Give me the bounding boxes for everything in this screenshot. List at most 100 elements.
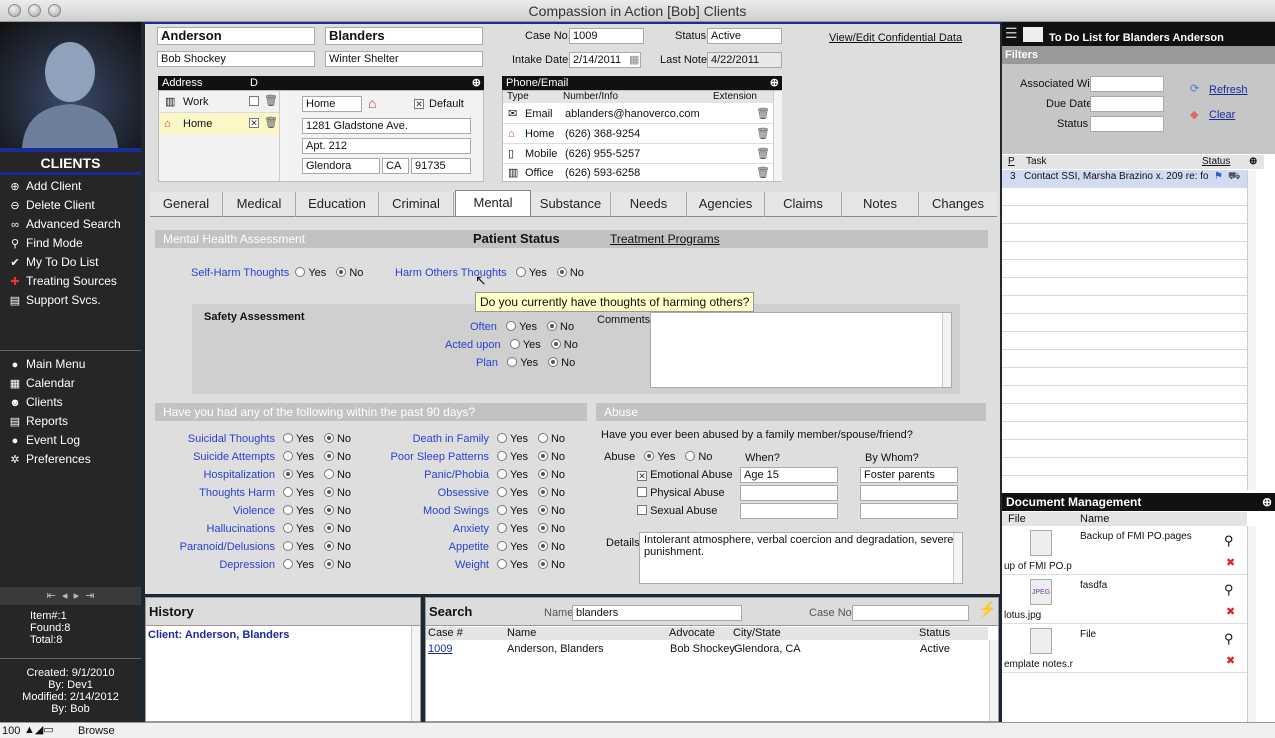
sexual-abuse-who-field[interactable] <box>860 503 958 519</box>
refresh-link[interactable]: Refresh <box>1209 83 1248 97</box>
no-radio[interactable] <box>537 523 548 533</box>
treatment-programs-link[interactable]: Treatment Programs <box>610 230 720 248</box>
todo-status-field[interactable] <box>1090 116 1164 132</box>
support-svcs-button[interactable]: ▤ Support Svcs. <box>8 291 101 309</box>
close-window-button[interactable] <box>8 4 21 17</box>
acted-no-radio[interactable] <box>550 339 561 349</box>
tab-substance[interactable]: Substance <box>531 192 611 217</box>
mountain-icons[interactable]: ▲◢▭ <box>24 723 54 737</box>
yes-radio[interactable] <box>283 505 293 515</box>
zip-field[interactable]: 91735 <box>411 158 471 174</box>
sexual-abuse-when-field[interactable] <box>740 503 838 519</box>
trash-icon[interactable]: 🗑 <box>756 127 770 140</box>
trash-icon[interactable]: 🗑 <box>756 166 770 179</box>
history-scrollbar[interactable] <box>411 626 420 721</box>
often-no-radio[interactable] <box>547 321 558 331</box>
todo-scrollbar[interactable] <box>1247 170 1256 490</box>
yes-radio[interactable] <box>497 469 507 479</box>
case-number-link[interactable]: 1009 <box>428 641 452 657</box>
advocate-field[interactable]: Bob Shockey <box>157 51 315 67</box>
comments-textarea[interactable] <box>650 312 952 388</box>
yes-radio[interactable] <box>283 559 293 569</box>
add-address-icon[interactable]: ⊕ <box>472 76 481 90</box>
yes-radio[interactable] <box>283 523 293 533</box>
advanced-search-button[interactable]: ∞ Advanced Search <box>8 215 121 233</box>
city-field[interactable]: Glendora <box>302 158 380 174</box>
first-name-field[interactable]: Anderson <box>157 27 315 45</box>
add-phone-icon[interactable]: ⊕ <box>770 76 779 90</box>
delete-client-button[interactable]: ⊖ Delete Client <box>8 196 94 214</box>
document-row[interactable]: up of FMI PO.p Backup of FMI PO.pages ⚲ ✖ <box>1002 526 1247 575</box>
address-list-scrollbar[interactable] <box>279 91 288 181</box>
no-radio[interactable] <box>323 559 334 569</box>
yes-radio[interactable] <box>497 559 507 569</box>
tab-needs[interactable]: Needs <box>611 192 687 217</box>
yes-radio[interactable] <box>283 469 293 479</box>
zoom-window-button[interactable] <box>48 4 61 17</box>
form-view-icon[interactable] <box>1023 27 1043 42</box>
no-radio[interactable] <box>537 469 548 479</box>
physical-abuse-who-field[interactable] <box>860 485 958 501</box>
case-number-field[interactable]: 1009 <box>569 28 644 44</box>
address-type-field[interactable]: Home <box>302 96 362 112</box>
add-client-button[interactable]: ⊕ Add Client <box>8 177 81 195</box>
preview-magnifier-icon[interactable]: ⚲ <box>1224 632 1234 646</box>
default-address-checkbox[interactable]: ✕ <box>414 99 424 109</box>
main-menu-button[interactable]: ● Main Menu <box>8 355 86 373</box>
search-case-input[interactable] <box>852 605 969 621</box>
treating-sources-button[interactable]: ✚ Treating Sources <box>8 272 117 290</box>
tab-criminal[interactable]: Criminal <box>379 192 454 217</box>
no-radio[interactable] <box>537 505 548 515</box>
add-task-icon[interactable]: ⊕ <box>1249 155 1257 169</box>
program-field[interactable]: Winter Shelter <box>325 51 483 67</box>
no-radio[interactable] <box>537 559 548 569</box>
lightning-search-icon[interactable]: ⚡ <box>978 602 997 617</box>
minimize-window-button[interactable] <box>28 4 41 17</box>
tab-notes[interactable]: Notes <box>842 192 919 217</box>
abuse-no-radio[interactable] <box>685 451 696 461</box>
last-record-button[interactable]: ⇥ <box>85 590 94 602</box>
first-record-button[interactable]: ⇤ <box>47 590 56 602</box>
clear-link[interactable]: Clear <box>1209 108 1235 122</box>
associated-with-field[interactable] <box>1090 76 1164 92</box>
no-radio[interactable] <box>323 487 334 497</box>
trash-icon[interactable]: 🗑 <box>756 147 770 160</box>
abuse-yes-radio[interactable] <box>644 451 655 461</box>
acted-yes-radio[interactable] <box>509 339 520 349</box>
street1-field[interactable]: 1281 Gladstone Ave. <box>302 118 471 134</box>
preview-magnifier-icon[interactable]: ⚲ <box>1224 534 1234 548</box>
default-checkbox[interactable] <box>249 96 259 106</box>
often-yes-radio[interactable] <box>506 321 517 331</box>
docs-scrollbar[interactable] <box>1247 526 1256 722</box>
confidential-data-link[interactable]: View/Edit Confidential Data <box>829 31 962 45</box>
phone-row[interactable]: ✉ Email ablanders@hanoverco.com 🗑 <box>503 104 781 124</box>
my-to-do-list-button[interactable]: ✔ My To Do List <box>8 253 98 271</box>
no-radio[interactable] <box>323 523 334 533</box>
physical-abuse-when-field[interactable] <box>740 485 838 501</box>
refresh-icon[interactable]: ⟳ <box>1190 82 1199 96</box>
yes-radio[interactable] <box>283 541 293 551</box>
emotional-abuse-when-field[interactable]: Age 15 <box>740 467 838 483</box>
trash-icon[interactable]: 🗑 <box>264 94 278 107</box>
emotional-abuse-who-field[interactable]: Foster parents <box>860 467 958 483</box>
no-radio[interactable] <box>537 541 548 551</box>
event-log-button[interactable]: ● Event Log <box>8 431 80 449</box>
street2-field[interactable]: Apt. 212 <box>302 138 471 154</box>
yes-radio[interactable] <box>283 451 293 461</box>
delete-document-icon[interactable]: ✖ <box>1226 605 1235 619</box>
emotional-abuse-checkbox[interactable]: ✕ <box>637 471 647 481</box>
car-icon[interactable]: ⛟ <box>1228 170 1241 184</box>
details-textarea[interactable]: Intolerant atmosphere, verbal coercion a… <box>639 532 963 584</box>
no-radio[interactable] <box>323 451 334 461</box>
search-name-input[interactable]: blanders <box>572 605 742 621</box>
tab-education[interactable]: Education <box>296 192 379 217</box>
tab-changes[interactable]: Changes <box>919 192 997 217</box>
preview-magnifier-icon[interactable]: ⚲ <box>1224 583 1234 597</box>
tab-medical[interactable]: Medical <box>223 192 296 217</box>
harm-others-yes-radio[interactable] <box>515 267 526 277</box>
state-field[interactable]: CA <box>382 158 409 174</box>
yes-radio[interactable] <box>497 487 507 497</box>
search-result-row[interactable]: 1009 Anderson, Blanders Bob Shockey Glen… <box>426 641 988 657</box>
calendar-picker-icon[interactable]: ▦ <box>629 53 639 67</box>
tab-mental[interactable]: Mental <box>455 190 531 216</box>
